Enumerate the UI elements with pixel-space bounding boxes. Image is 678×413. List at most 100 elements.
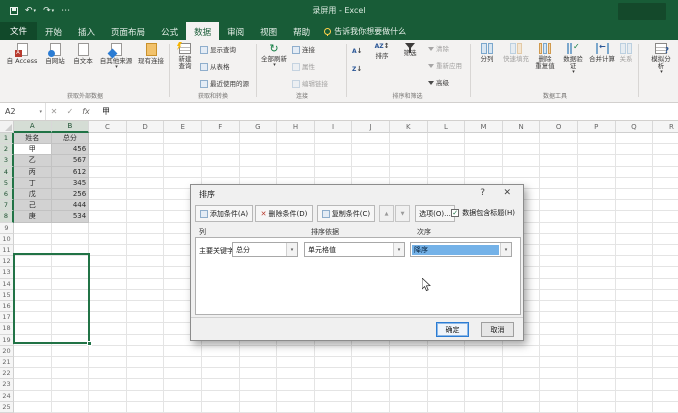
cell-R5[interactable] (653, 178, 678, 189)
cell-B2[interactable]: 456 (52, 144, 90, 155)
cell-P13[interactable] (578, 267, 616, 278)
cell-Q23[interactable] (616, 379, 654, 390)
row-header-16[interactable]: 16 (0, 301, 14, 312)
cell-R1[interactable] (653, 133, 678, 144)
row-header-18[interactable]: 18 (0, 323, 14, 334)
filter-button[interactable]: 筛选 (398, 43, 422, 57)
cell-H1[interactable] (277, 133, 315, 144)
cell-A11[interactable] (14, 245, 52, 256)
column-header-F[interactable]: F (202, 121, 240, 133)
cell-R15[interactable] (653, 290, 678, 301)
cell-M4[interactable] (465, 167, 503, 178)
cell-O15[interactable] (540, 290, 578, 301)
cell-K4[interactable] (390, 167, 428, 178)
cell-E1[interactable] (164, 133, 202, 144)
cell-A3[interactable]: 乙 (14, 155, 52, 166)
cell-F24[interactable] (202, 391, 240, 402)
cell-D13[interactable] (127, 267, 165, 278)
cell-O17[interactable] (540, 312, 578, 323)
properties-button[interactable]: 属性 (292, 63, 315, 71)
cell-C20[interactable] (89, 346, 127, 357)
ok-button[interactable]: 确定 (436, 322, 469, 337)
cell-C19[interactable] (89, 335, 127, 346)
cell-A12[interactable] (14, 256, 52, 267)
column-header-J[interactable]: J (352, 121, 390, 133)
cell-R13[interactable] (653, 267, 678, 278)
row-header-20[interactable]: 20 (0, 346, 14, 357)
cell-Q10[interactable] (616, 234, 654, 245)
cell-K20[interactable] (390, 346, 428, 357)
cell-C25[interactable] (89, 402, 127, 413)
cell-E25[interactable] (164, 402, 202, 413)
cell-P23[interactable] (578, 379, 616, 390)
from-other-sources-button[interactable]: 自其他来源 ▾ (98, 43, 134, 71)
formula-content[interactable]: 甲 (102, 106, 110, 117)
row-header-22[interactable]: 22 (0, 368, 14, 379)
cell-A2[interactable]: 甲 (14, 144, 52, 155)
cell-B19[interactable] (52, 335, 90, 346)
dialog-close-icon[interactable]: ✕ (503, 188, 511, 198)
row-header-2[interactable]: 2 (0, 144, 14, 155)
cell-H25[interactable] (277, 402, 315, 413)
cell-Q3[interactable] (616, 155, 654, 166)
cell-N3[interactable] (503, 155, 541, 166)
cell-F23[interactable] (202, 379, 240, 390)
cell-D8[interactable] (127, 211, 165, 222)
cell-E23[interactable] (164, 379, 202, 390)
row-header-1[interactable]: 1 (0, 133, 14, 144)
cell-P25[interactable] (578, 402, 616, 413)
cell-P4[interactable] (578, 167, 616, 178)
cell-R23[interactable] (653, 379, 678, 390)
cell-C24[interactable] (89, 391, 127, 402)
cell-M2[interactable] (465, 144, 503, 155)
cell-N21[interactable] (503, 357, 541, 368)
cell-F4[interactable] (202, 167, 240, 178)
cell-H2[interactable] (277, 144, 315, 155)
cell-D6[interactable] (127, 189, 165, 200)
cell-K24[interactable] (390, 391, 428, 402)
cell-Q9[interactable] (616, 223, 654, 234)
cell-A21[interactable] (14, 357, 52, 368)
cell-Q7[interactable] (616, 200, 654, 211)
cell-C18[interactable] (89, 323, 127, 334)
cell-J22[interactable] (352, 368, 390, 379)
cell-C16[interactable] (89, 301, 127, 312)
cell-P14[interactable] (578, 279, 616, 290)
cell-M24[interactable] (465, 391, 503, 402)
cell-B8[interactable]: 534 (52, 211, 90, 222)
cell-M1[interactable] (465, 133, 503, 144)
cell-K3[interactable] (390, 155, 428, 166)
cell-B7[interactable]: 444 (52, 200, 90, 211)
row-header-24[interactable]: 24 (0, 391, 14, 402)
column-header-D[interactable]: D (127, 121, 165, 133)
row-header-25[interactable]: 25 (0, 402, 14, 413)
cell-G20[interactable] (240, 346, 278, 357)
cell-H3[interactable] (277, 155, 315, 166)
cell-A6[interactable]: 戊 (14, 189, 52, 200)
cell-R4[interactable] (653, 167, 678, 178)
cell-J1[interactable] (352, 133, 390, 144)
cell-Q14[interactable] (616, 279, 654, 290)
clear-filter-button[interactable]: 清除 (428, 46, 449, 53)
cell-O25[interactable] (540, 402, 578, 413)
cell-M23[interactable] (465, 379, 503, 390)
cell-I20[interactable] (315, 346, 353, 357)
cell-D20[interactable] (127, 346, 165, 357)
cell-P12[interactable] (578, 256, 616, 267)
column-header-R[interactable]: R (653, 121, 678, 133)
column-header-B[interactable]: B (52, 121, 90, 133)
column-header-O[interactable]: O (540, 121, 578, 133)
cell-C21[interactable] (89, 357, 127, 368)
column-header-L[interactable]: L (428, 121, 466, 133)
cell-J4[interactable] (352, 167, 390, 178)
enter-entry-icon[interactable]: ✓ (62, 107, 78, 116)
connections-button[interactable]: 连接 (292, 46, 315, 54)
move-down-button[interactable]: ▼ (395, 205, 410, 222)
cell-G25[interactable] (240, 402, 278, 413)
cell-J21[interactable] (352, 357, 390, 368)
row-header-12[interactable]: 12 (0, 256, 14, 267)
cell-D10[interactable] (127, 234, 165, 245)
cell-R24[interactable] (653, 391, 678, 402)
cell-O23[interactable] (540, 379, 578, 390)
cell-F20[interactable] (202, 346, 240, 357)
